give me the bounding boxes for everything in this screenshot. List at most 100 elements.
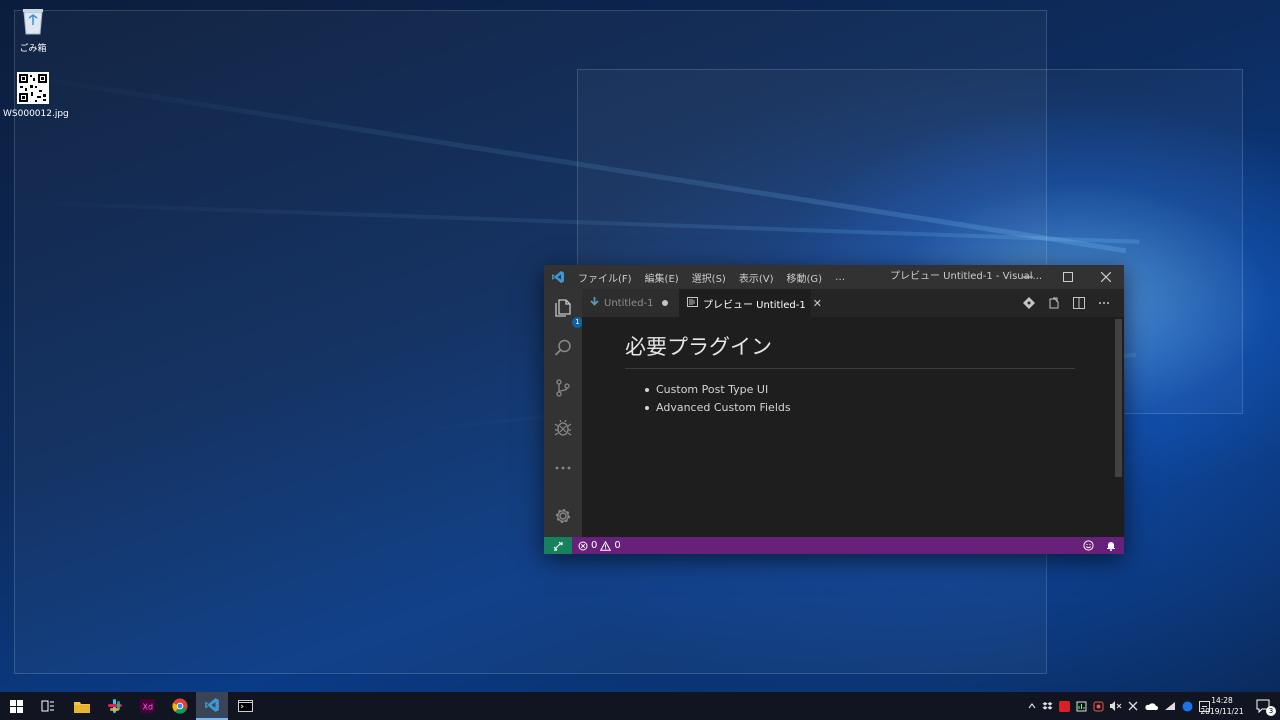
desktop-icon-label: ごみ箱 bbox=[19, 44, 47, 54]
close-window-button[interactable] bbox=[1088, 265, 1124, 289]
close-icon bbox=[1101, 272, 1111, 282]
vscode-window: ファイル(F) 編集(E) 選択(S) 表示(V) 移動(G) … プレビュー … bbox=[544, 265, 1124, 554]
editor-actions bbox=[1016, 289, 1116, 317]
search-button[interactable] bbox=[552, 337, 574, 359]
more-actions-button[interactable] bbox=[1091, 289, 1116, 317]
list-item: Custom Post Type UI bbox=[645, 381, 791, 399]
open-source-button[interactable] bbox=[1041, 289, 1066, 317]
tray-app-icon[interactable] bbox=[1076, 701, 1087, 712]
error-count: 0 bbox=[591, 540, 598, 551]
remote-button[interactable] bbox=[544, 537, 572, 554]
windows-logo-icon bbox=[9, 699, 23, 713]
remote-icon bbox=[553, 541, 563, 551]
task-view-button[interactable] bbox=[32, 692, 64, 720]
svg-text:Xd: Xd bbox=[142, 703, 153, 712]
taskbar-terminal[interactable] bbox=[229, 692, 261, 720]
action-center-button[interactable]: 3 bbox=[1250, 692, 1278, 720]
terminal-icon bbox=[237, 700, 253, 712]
chrome-icon bbox=[172, 698, 188, 714]
gear-icon bbox=[555, 508, 571, 524]
warning-count: 0 bbox=[614, 540, 621, 551]
minimize-icon bbox=[1023, 276, 1033, 278]
menu-view[interactable]: 表示(V) bbox=[739, 270, 774, 285]
preview-icon bbox=[687, 296, 698, 310]
menu-more[interactable]: … bbox=[835, 272, 845, 283]
markdown-preview: 必要プラグイン Custom Post Type UI Advanced Cus… bbox=[582, 317, 1124, 537]
split-editor-button[interactable] bbox=[1066, 289, 1091, 317]
minimize-button[interactable] bbox=[1010, 265, 1046, 289]
status-bar: 0 0 bbox=[544, 537, 1124, 554]
bell-icon bbox=[1107, 542, 1115, 551]
ellipsis-icon bbox=[555, 466, 571, 470]
menu-edit[interactable]: 編集(E) bbox=[645, 270, 679, 285]
slack-icon bbox=[108, 699, 122, 713]
taskbar-clock[interactable]: 14:28 2019/11/21 bbox=[1198, 695, 1246, 717]
dropbox-icon[interactable] bbox=[1042, 701, 1053, 711]
folder-icon bbox=[74, 701, 90, 713]
search-icon bbox=[554, 339, 571, 356]
clock-time: 14:28 bbox=[1211, 696, 1233, 705]
menu-go[interactable]: 移動(G) bbox=[787, 270, 823, 285]
system-tray bbox=[1022, 692, 1210, 720]
open-changes-button[interactable] bbox=[1016, 289, 1041, 317]
tab-label: Untitled-1 bbox=[604, 297, 654, 309]
source-control-icon bbox=[556, 379, 570, 397]
tray-security-icon[interactable] bbox=[1093, 701, 1104, 712]
feedback-button[interactable] bbox=[1083, 540, 1094, 551]
preview-heading: 必要プラグイン bbox=[625, 331, 1075, 369]
error-icon bbox=[578, 541, 588, 550]
ellipsis-icon bbox=[1098, 302, 1109, 304]
maximize-icon bbox=[1063, 272, 1073, 282]
taskbar-adobe-xd[interactable]: Xd bbox=[131, 692, 163, 720]
menu-selection[interactable]: 選択(S) bbox=[692, 270, 726, 285]
debug-button[interactable] bbox=[552, 417, 574, 439]
vertical-scrollbar[interactable] bbox=[1115, 319, 1122, 477]
smiley-icon bbox=[1083, 540, 1094, 551]
tray-chevron-up-icon[interactable] bbox=[1028, 703, 1036, 709]
files-icon bbox=[555, 299, 571, 317]
onedrive-icon[interactable] bbox=[1144, 702, 1158, 711]
speaker-muted-icon[interactable] bbox=[1110, 701, 1122, 711]
settings-button[interactable] bbox=[552, 505, 574, 527]
taskbar-chrome[interactable] bbox=[164, 692, 196, 720]
blue-app-icon[interactable] bbox=[1182, 701, 1193, 712]
notifications-button[interactable] bbox=[1106, 540, 1116, 551]
tab-preview-untitled-1[interactable]: プレビュー Untitled-1 ✕ bbox=[679, 289, 822, 317]
problems-indicator[interactable]: 0 0 bbox=[578, 537, 621, 554]
source-control-button[interactable] bbox=[552, 377, 574, 399]
split-editor-icon bbox=[1072, 297, 1085, 309]
adobe-cc-icon[interactable] bbox=[1059, 700, 1070, 712]
adobe-xd-icon: Xd bbox=[139, 699, 155, 713]
network-icon[interactable] bbox=[1164, 701, 1176, 711]
desktop-icon-image-file[interactable]: WS000012.jpg bbox=[3, 72, 69, 119]
desktop-icon-recycle-bin[interactable]: ごみ箱 bbox=[3, 6, 63, 54]
title-bar: ファイル(F) 編集(E) 選択(S) 表示(V) 移動(G) … プレビュー … bbox=[544, 265, 1124, 289]
vscode-logo-icon bbox=[551, 270, 565, 287]
tab-label: プレビュー Untitled-1 bbox=[703, 299, 806, 311]
list-item: Advanced Custom Fields bbox=[645, 399, 791, 417]
debug-icon bbox=[554, 419, 572, 436]
taskbar-vscode[interactable] bbox=[196, 692, 228, 720]
tab-untitled-1[interactable]: Untitled-1 bbox=[582, 289, 679, 317]
taskbar-slack[interactable] bbox=[99, 692, 131, 720]
status-bar-right bbox=[1071, 537, 1116, 554]
qr-image-icon bbox=[3, 72, 63, 107]
menu-file[interactable]: ファイル(F) bbox=[578, 270, 632, 285]
clock-date: 2019/11/21 bbox=[1200, 707, 1244, 716]
taskbar-file-explorer[interactable] bbox=[66, 692, 98, 720]
notification-count: 3 bbox=[1266, 706, 1276, 716]
task-view-icon bbox=[41, 700, 54, 712]
tray-close-icon[interactable] bbox=[1128, 701, 1138, 711]
vscode-logo-icon bbox=[205, 698, 219, 712]
tab-close-icon[interactable]: ✕ bbox=[813, 297, 822, 310]
git-diff-icon bbox=[1022, 297, 1035, 309]
warning-icon bbox=[600, 540, 612, 551]
desktop-icon-label: WS000012.jpg bbox=[3, 109, 69, 119]
open-file-icon bbox=[1049, 297, 1058, 309]
more-views-button[interactable] bbox=[552, 457, 574, 479]
menu-bar: ファイル(F) 編集(E) 選択(S) 表示(V) 移動(G) … bbox=[578, 265, 858, 289]
maximize-button[interactable] bbox=[1050, 265, 1086, 289]
explorer-button[interactable]: 1 bbox=[552, 297, 583, 328]
recycle-bin-icon bbox=[3, 6, 63, 39]
start-button[interactable] bbox=[0, 692, 32, 720]
